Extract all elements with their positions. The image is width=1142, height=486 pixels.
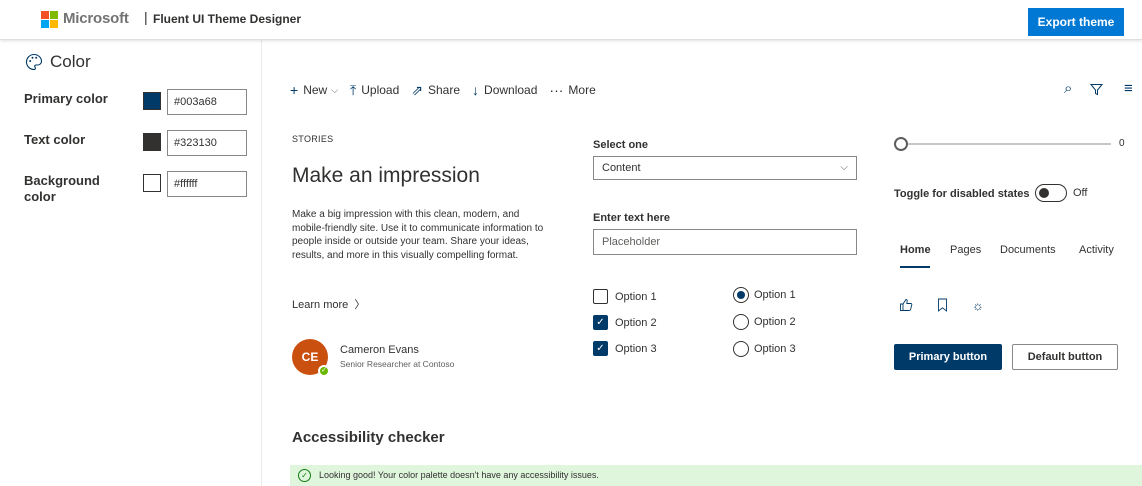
tab-active-indicator (900, 266, 930, 268)
command-bar: + New ⌵ ⤒ Upload ⇗ Share ↓ Download ··· … (290, 81, 608, 99)
color-heading: Color (50, 52, 91, 71)
brightness-icon[interactable]: ☼ (972, 298, 984, 313)
toggle-state: Off (1073, 187, 1088, 199)
check-circle-icon: ✓ (298, 469, 311, 482)
chevron-down-icon: ⌵ (331, 84, 339, 95)
more-icon: ··· (549, 82, 564, 98)
primary-color-swatch[interactable] (143, 92, 161, 110)
story-title: Make an impression (292, 164, 480, 187)
app-header: Microsoft | Fluent UI Theme Designer Exp… (0, 0, 1142, 40)
accessibility-heading: Accessibility checker (292, 429, 445, 446)
primary-color-input[interactable]: #003a68 (167, 89, 247, 115)
share-command[interactable]: ⇗ Share (411, 82, 460, 99)
color-panel: Color Primary color #003a68 Text color #… (0, 40, 262, 486)
search-icon[interactable]: ⌕ (1064, 80, 1072, 97)
accessibility-status-bar: ✓ Looking good! Your color palette doesn… (290, 465, 1142, 486)
tab-pages[interactable]: Pages (950, 244, 981, 256)
upload-icon: ⤒ (350, 81, 357, 98)
tab-activity[interactable]: Activity (1079, 244, 1114, 256)
text-color-swatch[interactable] (143, 133, 161, 151)
checkbox-option-2[interactable]: ✓ (593, 315, 608, 330)
checkbox-option-2-label: Option 2 (615, 317, 657, 329)
checkbox-option-3-label: Option 3 (615, 343, 657, 355)
radio-option-3[interactable] (733, 341, 749, 357)
radio-option-1-label: Option 1 (754, 289, 796, 301)
toggle-knob (1039, 188, 1049, 198)
toggle-label: Toggle for disabled states (894, 188, 1030, 200)
export-theme-button[interactable]: Export theme (1028, 8, 1124, 36)
text-color-label: Text color (24, 132, 86, 147)
new-command[interactable]: + New ⌵ (290, 82, 338, 98)
menu-icon[interactable]: ≡ (1124, 80, 1133, 97)
checkbox-option-3[interactable]: ✓ (593, 341, 608, 356)
app-title: Fluent UI Theme Designer (153, 12, 302, 26)
palette-icon (26, 53, 43, 71)
brand-name: Microsoft (63, 10, 129, 27)
more-command[interactable]: ··· More (549, 82, 595, 98)
radio-option-2[interactable] (733, 314, 749, 330)
upload-label: Upload (361, 83, 400, 97)
background-color-label: Background color (24, 173, 100, 204)
presence-available-icon: ✓ (318, 365, 330, 377)
microsoft-logo-icon (41, 11, 59, 29)
persona-title: Senior Researcher at Contoso (340, 359, 455, 369)
download-icon: ↓ (472, 82, 480, 98)
bookmark-icon[interactable] (937, 298, 948, 312)
share-icon: ⇗ (411, 81, 423, 98)
learn-more-label: Learn more (292, 299, 349, 311)
primary-color-label: Primary color (24, 91, 108, 106)
slider-thumb[interactable] (894, 137, 908, 151)
background-color-swatch[interactable] (143, 174, 161, 192)
text-field-label: Enter text here (593, 212, 671, 224)
accessibility-message: Looking good! Your color palette doesn't… (319, 470, 599, 480)
slider-value: 0 (1119, 138, 1125, 149)
learn-more-link[interactable]: Learn more 〉 (292, 296, 365, 312)
radio-option-3-label: Option 3 (754, 343, 796, 355)
chevron-right-icon: 〉 (354, 299, 366, 311)
tab-home[interactable]: Home (900, 244, 931, 256)
dropdown-label: Select one (593, 139, 649, 151)
background-color-input[interactable]: #ffffff (167, 171, 247, 197)
upload-command[interactable]: ⤒ Upload (350, 82, 399, 99)
share-label: Share (428, 83, 461, 97)
dropdown-value: Content (602, 162, 641, 174)
text-color-input[interactable]: #323130 (167, 130, 247, 156)
disabled-states-toggle[interactable] (1035, 184, 1067, 202)
primary-button[interactable]: Primary button (894, 344, 1002, 370)
checkbox-option-1-label: Option 1 (615, 291, 657, 303)
slider-track[interactable] (900, 143, 1111, 145)
checkbox-option-1[interactable] (593, 289, 608, 304)
filter-icon[interactable] (1090, 83, 1103, 96)
new-label: New (303, 83, 328, 97)
text-input[interactable]: Placeholder (593, 229, 857, 255)
content-dropdown[interactable]: Content ⌵ (593, 156, 857, 180)
story-eyebrow: STORIES (292, 134, 334, 144)
radio-option-1[interactable] (733, 287, 749, 303)
header-separator: | (144, 9, 148, 25)
story-body: Make a big impression with this clean, m… (292, 209, 544, 261)
chevron-down-icon: ⌵ (840, 162, 848, 173)
plus-icon: + (290, 82, 299, 98)
download-label: Download (484, 83, 538, 97)
persona-name: Cameron Evans (340, 344, 419, 356)
like-icon[interactable] (899, 298, 913, 312)
tab-documents[interactable]: Documents (1000, 244, 1056, 256)
download-command[interactable]: ↓ Download (472, 82, 537, 98)
more-label: More (568, 83, 596, 97)
radio-option-2-label: Option 2 (754, 316, 796, 328)
default-button[interactable]: Default button (1012, 344, 1118, 370)
